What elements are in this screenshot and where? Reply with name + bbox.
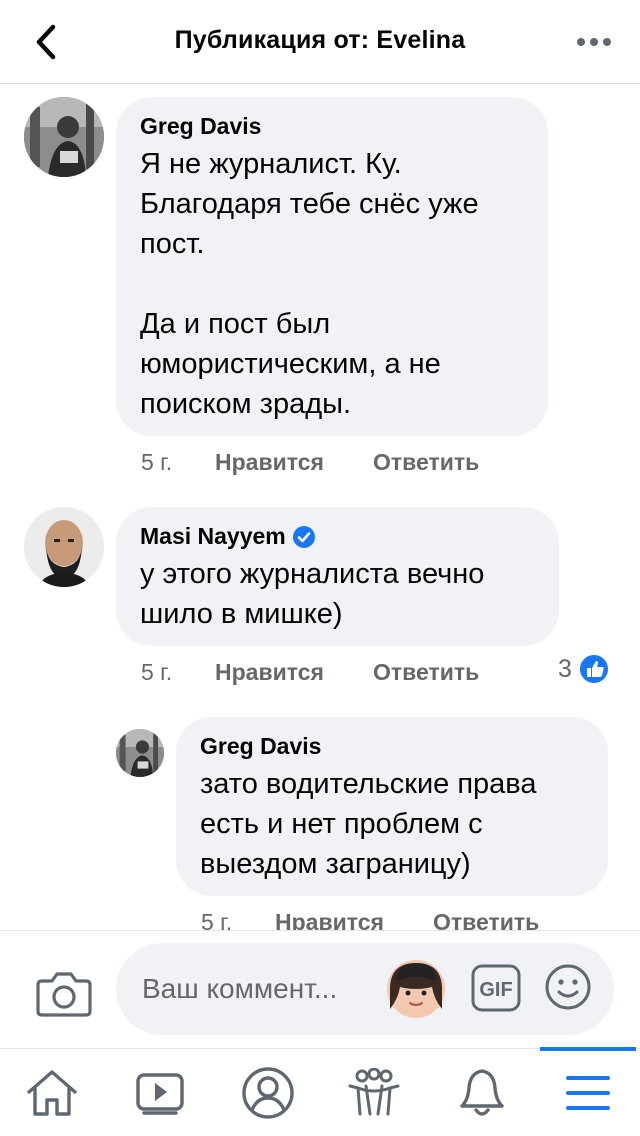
user-photo-icon: [24, 97, 104, 177]
menu-icon: [566, 1076, 610, 1110]
groups-icon: [348, 1068, 400, 1116]
tab-menu[interactable]: [558, 1063, 618, 1123]
tab-groups[interactable]: [344, 1063, 404, 1123]
author-name[interactable]: Greg Davis: [200, 733, 321, 760]
author-name[interactable]: Masi Nayyem: [140, 523, 286, 550]
like-button[interactable]: Нравится: [275, 909, 433, 930]
smiley-icon: [545, 964, 591, 1010]
more-horizontal-icon: [577, 38, 611, 46]
home-icon: [27, 1070, 77, 1116]
user-photo-icon: [24, 507, 104, 587]
comment-bubble[interactable]: Masi Nayyem у этого журналиста вечно шил…: [116, 507, 559, 646]
comment-author[interactable]: Greg Davis: [140, 113, 524, 140]
gif-button[interactable]: GIF: [470, 963, 522, 1013]
author-name[interactable]: Greg Davis: [140, 113, 261, 140]
reaction-count: 3: [558, 654, 572, 683]
avatar-sticker-button[interactable]: [386, 959, 446, 1019]
tab-notifications[interactable]: [452, 1063, 512, 1123]
bottom-tab-bar: [0, 1047, 640, 1136]
camera-icon: [36, 972, 92, 1017]
comment-text: у этого журналиста вечно шило в мишке): [140, 558, 485, 630]
avatar-sticker-icon: [387, 960, 445, 1018]
comment-text: зато водительские права есть и нет пробл…: [200, 768, 537, 880]
comment-composer: Ваш коммент... GIF: [0, 930, 640, 1048]
emoji-button[interactable]: [544, 963, 592, 1011]
svg-text:GIF: GIF: [479, 979, 512, 1001]
like-button[interactable]: Нравится: [215, 659, 373, 686]
comment-author[interactable]: Masi Nayyem: [140, 523, 535, 550]
comment-actions: 5 г. Нравится Ответить: [141, 659, 479, 686]
reaction-summary[interactable]: 3: [558, 653, 610, 685]
avatar[interactable]: [24, 97, 104, 177]
comment-actions: 5 г. Нравится Ответить: [141, 449, 479, 476]
verified-badge-icon: [292, 525, 315, 548]
comment-bubble[interactable]: Greg Davis Я не журналист. Ку. Благодаря…: [116, 97, 548, 436]
comments-feed[interactable]: Greg Davis Я не журналист. Ку. Благодаря…: [0, 85, 640, 930]
comment-placeholder: Ваш коммент...: [142, 973, 338, 1004]
comment-input[interactable]: Ваш коммент... GIF: [116, 943, 614, 1035]
profile-icon: [242, 1067, 294, 1119]
reply-button[interactable]: Ответить: [433, 909, 539, 930]
avatar[interactable]: [116, 729, 164, 777]
gif-icon: GIF: [471, 964, 521, 1012]
more-options-button[interactable]: [574, 24, 614, 60]
tab-watch[interactable]: [130, 1063, 190, 1123]
reply-button[interactable]: Ответить: [373, 449, 479, 476]
comment-time[interactable]: 5 г.: [141, 659, 215, 686]
active-tab-indicator: [540, 1047, 636, 1051]
tab-home[interactable]: [22, 1063, 82, 1123]
comment-text: Я не журналист. Ку. Благодаря тебе снёс …: [140, 148, 479, 420]
top-bar: Публикация от: Evelina: [0, 0, 640, 84]
bell-icon: [460, 1069, 504, 1116]
page-title: Публикация от: Evelina: [174, 26, 466, 54]
comment-bubble[interactable]: Greg Davis зато водительские права есть …: [176, 717, 608, 896]
thumbs-up-icon: [577, 653, 610, 685]
comment-time[interactable]: 5 г.: [141, 449, 215, 476]
camera-button[interactable]: [36, 969, 92, 1019]
tab-profile[interactable]: [238, 1063, 298, 1123]
like-button[interactable]: Нравится: [215, 449, 373, 476]
comment-time[interactable]: 5 г.: [201, 909, 275, 930]
comment-author[interactable]: Greg Davis: [200, 733, 584, 760]
user-photo-icon: [116, 729, 164, 777]
avatar[interactable]: [24, 507, 104, 587]
comment-actions: 5 г. Нравится Ответить: [201, 909, 539, 930]
reply-button[interactable]: Ответить: [373, 659, 479, 686]
video-icon: [136, 1073, 184, 1115]
